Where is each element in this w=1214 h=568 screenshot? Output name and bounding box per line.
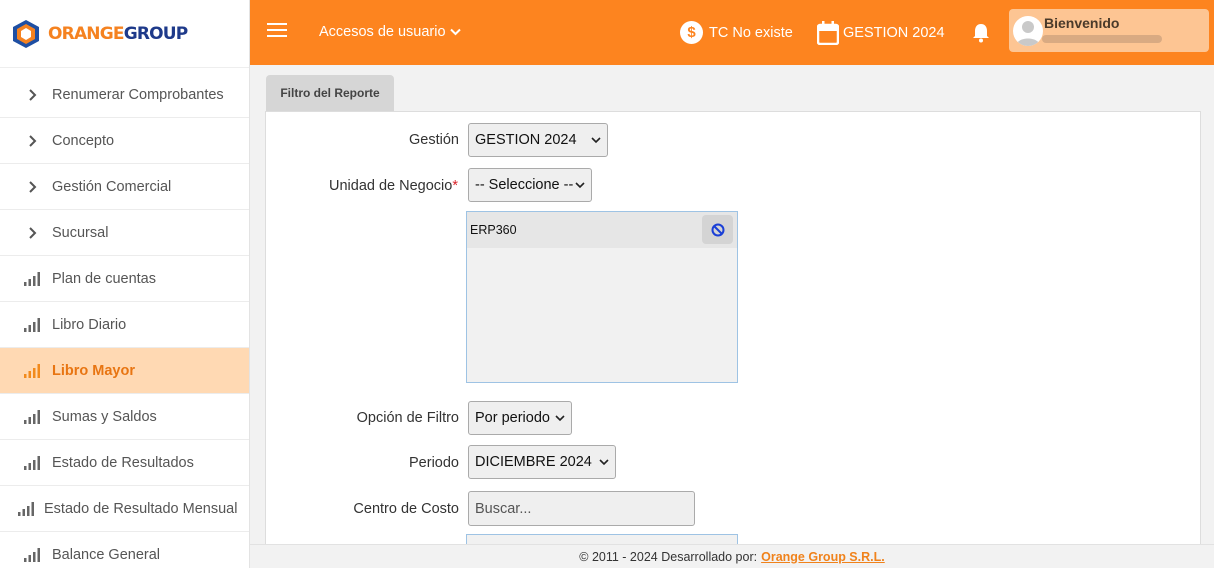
gestion-label: Gestión — [409, 132, 459, 148]
sidebar-item-sumas-y-saldos[interactable]: Sumas y Saldos — [0, 394, 249, 440]
selected-units-list[interactable]: ERP360 — [466, 211, 738, 383]
periodo-select[interactable]: DICIEMBRE 2024 — [468, 445, 616, 479]
chevron-down-icon — [555, 415, 565, 422]
sidebar-item-estado-de-resultados[interactable]: Estado de Resultados — [0, 440, 249, 486]
sidebar-item-label: Libro Diario — [52, 316, 127, 333]
footer-link[interactable]: Orange Group S.R.L. — [761, 550, 885, 564]
opcion-filtro-label: Opción de Filtro — [356, 410, 459, 426]
calendar-icon — [817, 21, 839, 45]
sidebar-item-label: Renumerar Comprobantes — [52, 86, 224, 103]
unidad-negocio-select-value: -- Seleccione -- — [475, 177, 574, 193]
user-menu[interactable]: Bienvenido — [1009, 9, 1209, 52]
unidad-negocio-label: Unidad de Negocio* — [329, 178, 458, 194]
sidebar-item-label: Balance General — [52, 546, 161, 563]
user-name-redacted — [1042, 35, 1162, 43]
sidebar-item-label: Estado de Resultados — [52, 454, 194, 471]
sidebar-item-gestion-comercial[interactable]: Gestión Comercial — [0, 164, 249, 210]
sidebar-item-libro-mayor[interactable]: Libro Mayor — [0, 348, 249, 394]
unidad-negocio-select[interactable]: -- Seleccione -- — [468, 168, 592, 202]
sidebar-item-label: Libro Mayor — [52, 362, 135, 379]
sidebar-item-sucursal[interactable]: Sucursal — [0, 210, 249, 256]
chevron-down-icon — [575, 182, 585, 189]
bar-chart-icon — [16, 501, 36, 516]
chevron-down-icon — [449, 28, 461, 36]
unit-name: ERP360 — [470, 223, 517, 237]
bar-chart-icon — [22, 547, 42, 562]
sidebar-item-plan-de-cuentas[interactable]: Plan de cuentas — [0, 256, 249, 302]
opcion-filtro-select[interactable]: Por periodo — [468, 401, 572, 435]
opcion-filtro-select-value: Por periodo — [475, 410, 550, 426]
footer-text: © 2011 - 2024 Desarrollado por: — [579, 549, 758, 564]
sidebar-item-label: Plan de cuentas — [52, 270, 156, 287]
chevron-right-icon — [22, 134, 42, 147]
user-greeting: Bienvenido — [1044, 15, 1120, 31]
sidebar-item-renumerar-comprobantes[interactable]: Renumerar Comprobantes — [0, 72, 249, 118]
sidebar-item-label: Estado de Resultado Mensual — [44, 500, 238, 517]
gestion-select-value: GESTION 2024 — [475, 132, 577, 148]
top-bar: Accesos de usuario $ TC No existe GESTIO… — [250, 0, 1214, 65]
dollar-coin-icon: $ — [680, 21, 703, 44]
bar-chart-icon — [22, 409, 42, 424]
sidebar-item-estado-de-resultado-mensual[interactable]: Estado de Resultado Mensual — [0, 486, 249, 532]
tc-label: TC No existe — [709, 24, 793, 41]
gestion-indicator[interactable]: GESTION 2024 — [817, 21, 945, 45]
ban-icon — [711, 223, 724, 236]
sidebar-item-balance-general[interactable]: Balance General — [0, 532, 249, 568]
chevron-right-icon — [22, 180, 42, 193]
sidebar-item-label: Sumas y Saldos — [52, 408, 157, 425]
bar-chart-icon — [22, 455, 42, 470]
bar-chart-icon — [22, 317, 42, 332]
sidebar-item-concepto[interactable]: Concepto — [0, 118, 249, 164]
avatar — [1013, 16, 1043, 46]
chevron-down-icon — [599, 459, 609, 466]
orange-group-logo — [13, 19, 39, 48]
remove-unit-button[interactable] — [702, 215, 733, 244]
gestion-label: GESTION 2024 — [843, 25, 945, 41]
brand[interactable]: ORANGEGROUP — [0, 0, 249, 68]
sidebar-nav: Renumerar Comprobantes Concepto Gestión … — [0, 72, 249, 568]
hamburger-icon[interactable] — [267, 23, 287, 39]
accesos-usuario-dropdown[interactable]: Accesos de usuario — [319, 24, 461, 40]
chevron-down-icon — [591, 137, 601, 144]
sidebar: ORANGEGROUP Renumerar Comprobantes Conce… — [0, 0, 250, 568]
brand-name: ORANGEGROUP — [48, 23, 188, 44]
bar-chart-icon — [22, 363, 42, 378]
chevron-right-icon — [22, 226, 42, 239]
tc-status[interactable]: $ TC No existe — [680, 21, 793, 44]
chevron-right-icon — [22, 88, 42, 101]
bar-chart-icon — [22, 271, 42, 286]
bell-icon[interactable] — [971, 23, 991, 43]
list-item: ERP360 — [467, 212, 737, 248]
centro-costo-label: Centro de Costo — [353, 501, 459, 517]
periodo-label: Periodo — [409, 455, 459, 471]
gestion-select[interactable]: GESTION 2024 — [468, 123, 608, 157]
required-mark: * — [452, 178, 458, 194]
sidebar-item-label: Sucursal — [52, 224, 109, 241]
sidebar-item-libro-diario[interactable]: Libro Diario — [0, 302, 249, 348]
sidebar-item-label: Concepto — [52, 132, 115, 149]
footer: © 2011 - 2024 Desarrollado por: Orange G… — [250, 544, 1214, 568]
sidebar-item-label: Gestión Comercial — [52, 178, 172, 195]
periodo-select-value: DICIEMBRE 2024 — [475, 454, 592, 470]
accesos-label: Accesos de usuario — [319, 24, 446, 40]
tab-filtro-del-reporte[interactable]: Filtro del Reporte — [266, 75, 394, 111]
centro-costo-search-input[interactable] — [468, 491, 695, 526]
